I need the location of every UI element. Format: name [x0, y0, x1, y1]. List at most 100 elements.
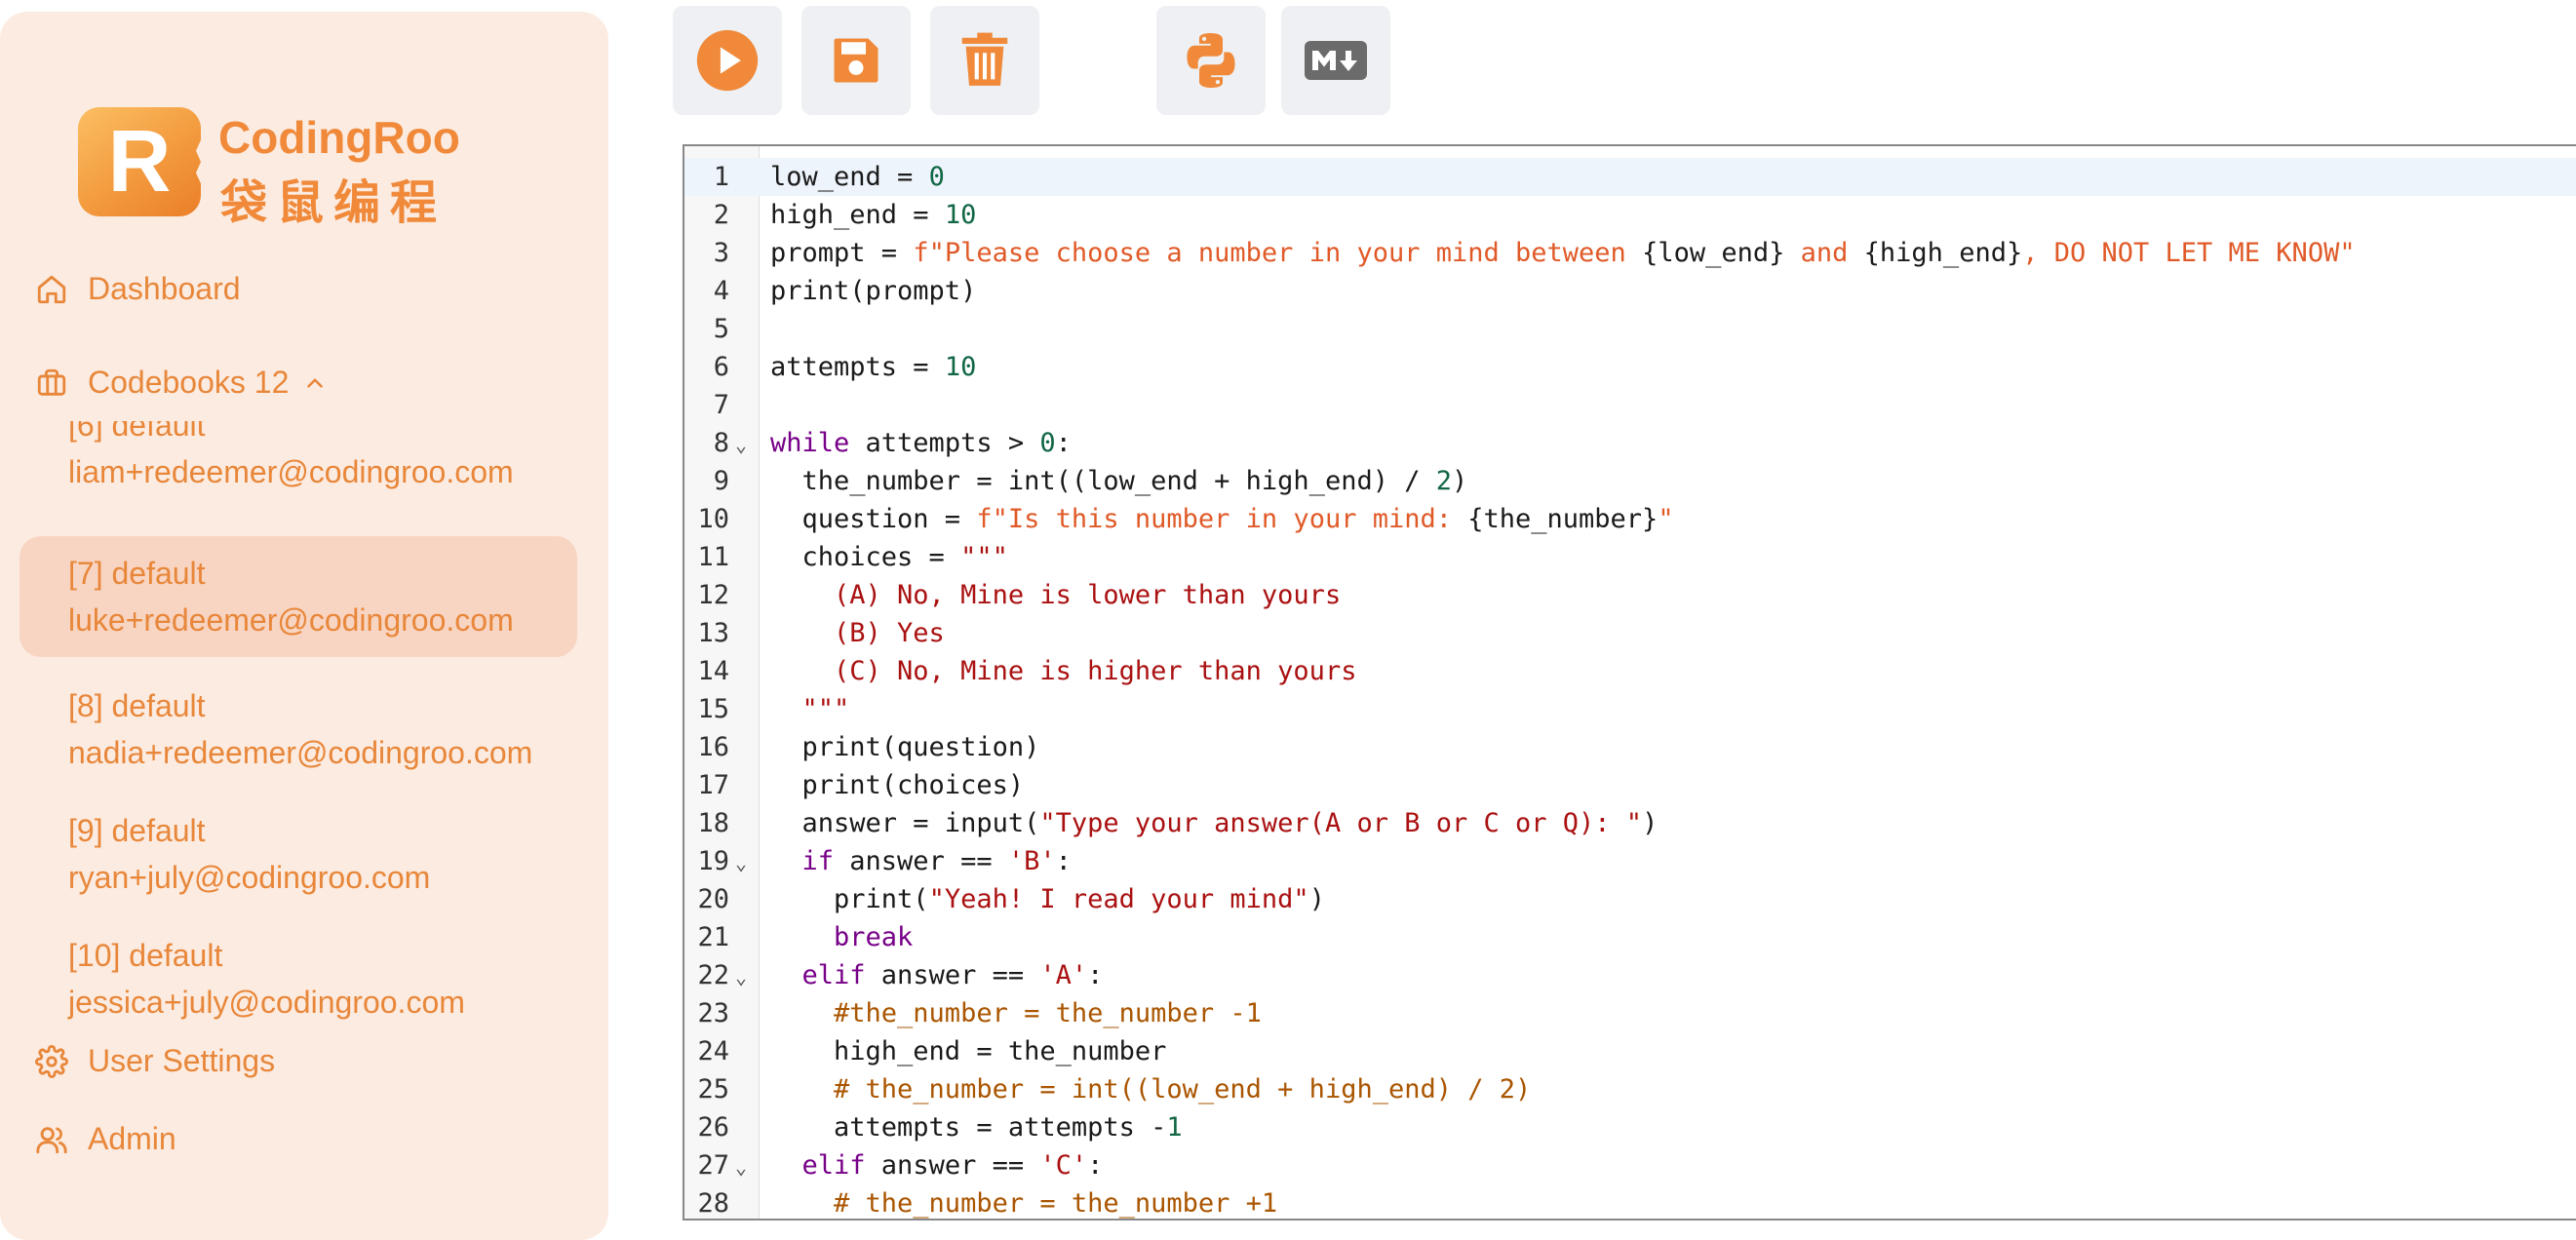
line-number: 23 — [697, 998, 729, 1028]
codebook-item-10[interactable]: [10] default jessica+july@codingroo.com — [20, 918, 577, 1026]
line-number: 24 — [697, 1036, 729, 1066]
line-number: 16 — [697, 732, 729, 762]
line-number: 6 — [713, 352, 729, 382]
code-line[interactable]: 28 # the_number = the_number +1 — [684, 1184, 2576, 1219]
chevron-up-icon[interactable] — [302, 370, 328, 396]
nav-user-settings[interactable]: User Settings — [35, 1043, 275, 1079]
code-text: high_end = 10 — [770, 200, 977, 230]
code-text: (C) No, Mine is higher than yours — [770, 656, 1357, 686]
code-line[interactable]: 11 choices = """ — [684, 538, 2576, 576]
fold-chevron-icon[interactable]: ⌄ — [735, 426, 747, 464]
code-line[interactable]: 8 ⌄ while attempts > 0: — [684, 424, 2576, 462]
code-text: high_end = the_number — [770, 1036, 1167, 1066]
nav-dashboard[interactable]: Dashboard — [35, 271, 241, 307]
code-line[interactable]: 22 ⌄ elif answer == 'A': — [684, 956, 2576, 994]
code-text: """ — [770, 694, 850, 724]
logo-name-en: CodingRoo — [218, 112, 460, 163]
code-text: if answer == 'B': — [801, 846, 1072, 876]
code-line[interactable]: 7 — [684, 386, 2576, 424]
code-line[interactable]: 1 low_end = 0 — [684, 158, 2576, 196]
code-editor[interactable]: 1 low_end = 0 2 high_end = 10 3 prompt = f"Pl… — [683, 144, 2576, 1221]
codebook-email: jessica+july@codingroo.com — [68, 985, 465, 1020]
fold-chevron-icon[interactable]: ⌄ — [735, 844, 747, 882]
code-line[interactable]: 19 ⌄ if answer == 'B': — [684, 842, 2576, 880]
code-line[interactable]: 26 attempts = attempts -1 — [684, 1108, 2576, 1146]
code-line[interactable]: 17 print(choices) — [684, 766, 2576, 804]
codebook-email: liam+redeemer@codingroo.com — [68, 454, 514, 489]
code-text: #the_number = the_number -1 — [770, 998, 1262, 1028]
codebook-title: [8] default — [68, 688, 206, 723]
play-circle-icon — [696, 29, 759, 92]
code-line[interactable]: 5 — [684, 310, 2576, 348]
fold-chevron-icon[interactable]: ⌄ — [735, 1148, 747, 1186]
code-line[interactable]: 4 print(prompt) — [684, 272, 2576, 310]
line-number: 11 — [697, 542, 729, 572]
code-text: break — [834, 922, 914, 952]
nav-admin[interactable]: Admin — [35, 1121, 176, 1157]
codebook-list[interactable]: [6] default liam+redeemer@codingroo.com … — [20, 421, 581, 1026]
fold-chevron-icon[interactable]: ⌄ — [735, 958, 747, 996]
code-text: the_number = int((low_end + high_end) / … — [770, 466, 1468, 496]
nav-dashboard-label: Dashboard — [88, 271, 241, 306]
save-button[interactable] — [801, 6, 911, 115]
line-number: 20 — [697, 884, 729, 914]
codebook-email: ryan+july@codingroo.com — [68, 860, 431, 895]
markdown-button[interactable] — [1281, 6, 1390, 115]
code-line[interactable]: 13 (B) Yes — [684, 614, 2576, 652]
code-line[interactable]: 12 (A) No, Mine is lower than yours — [684, 576, 2576, 614]
floppy-disk-icon — [834, 38, 878, 83]
code-text: attempts = attempts -1 — [770, 1112, 1183, 1143]
python-logo-icon — [1187, 33, 1235, 88]
codebook-item-6[interactable]: [6] default liam+redeemer@codingroo.com — [20, 421, 577, 509]
codingroo-logo[interactable]: R CodingRoo 袋鼠编程 — [78, 94, 468, 230]
nav-codebooks-label: Codebooks 12 — [88, 365, 290, 400]
codebook-item-8[interactable]: [8] default nadia+redeemer@codingroo.com — [20, 669, 577, 790]
code-text: # the_number = the_number +1 — [770, 1188, 1278, 1219]
codebook-item-7[interactable]: [7] default luke+redeemer@codingroo.com — [20, 536, 577, 657]
code-line[interactable]: 25 # the_number = int((low_end + high_en… — [684, 1070, 2576, 1108]
code-line[interactable]: 3 prompt = f"Please choose a number in yo… — [684, 234, 2576, 272]
code-line[interactable]: 18 answer = input("Type your answer(A or… — [684, 804, 2576, 842]
code-line[interactable]: 6 attempts = 10 — [684, 348, 2576, 386]
line-number: 3 — [713, 238, 729, 268]
line-number: 5 — [713, 314, 729, 344]
code-text: print("Yeah! I read your mind") — [770, 884, 1325, 914]
code-line[interactable]: 23 #the_number = the_number -1 — [684, 994, 2576, 1032]
code-line[interactable]: 9 the_number = int((low_end + high_end) … — [684, 462, 2576, 500]
code-line[interactable]: 21 break — [684, 918, 2576, 956]
code-line[interactable]: 24 high_end = the_number — [684, 1032, 2576, 1070]
trash-icon — [961, 32, 1008, 86]
code-line[interactable]: 14 (C) No, Mine is higher than yours — [684, 652, 2576, 690]
codebook-email: luke+redeemer@codingroo.com — [68, 602, 514, 638]
logo-name-zh: 袋鼠编程 — [220, 175, 448, 230]
codebook-item-9[interactable]: [9] default ryan+july@codingroo.com — [20, 794, 577, 914]
code-text: attempts = 10 — [770, 352, 977, 382]
code-text: answer = input("Type your answer(A or B … — [770, 808, 1659, 838]
sidebar: R CodingRoo 袋鼠编程 Dashboard Codebooks 12 … — [0, 12, 608, 1240]
code-text: elif answer == 'C': — [801, 1150, 1104, 1181]
code-text: low_end = 0 — [770, 162, 945, 192]
code-text: choices = """ — [770, 542, 1008, 572]
line-number: 10 — [697, 504, 729, 534]
code-text: print(prompt) — [770, 276, 977, 306]
logo-letter: R — [107, 112, 172, 211]
code-line[interactable]: 10 question = f"Is this number in your m… — [684, 500, 2576, 538]
gear-icon — [35, 1044, 68, 1078]
line-number: 4 — [713, 276, 729, 306]
line-number: 28 — [697, 1188, 729, 1219]
users-icon — [36, 1126, 67, 1153]
nav-codebooks[interactable]: Codebooks 12 — [35, 365, 328, 401]
code-line[interactable]: 20 print("Yeah! I read your mind") — [684, 880, 2576, 918]
code-line[interactable]: 2 high_end = 10 — [684, 196, 2576, 234]
delete-button[interactable] — [930, 6, 1039, 115]
line-number: 8 — [713, 428, 729, 458]
code-text: prompt = f"Please choose a number in you… — [770, 238, 2356, 268]
code-line[interactable]: 16 print(question) — [684, 728, 2576, 766]
code-line[interactable]: 27 ⌄ elif answer == 'C': — [684, 1146, 2576, 1184]
code-line[interactable]: 15 """ — [684, 690, 2576, 728]
python-button[interactable] — [1156, 6, 1266, 115]
line-number: 1 — [713, 162, 729, 192]
line-number: 27 — [697, 1150, 729, 1181]
run-button[interactable] — [673, 6, 782, 115]
line-number: 18 — [697, 808, 729, 838]
